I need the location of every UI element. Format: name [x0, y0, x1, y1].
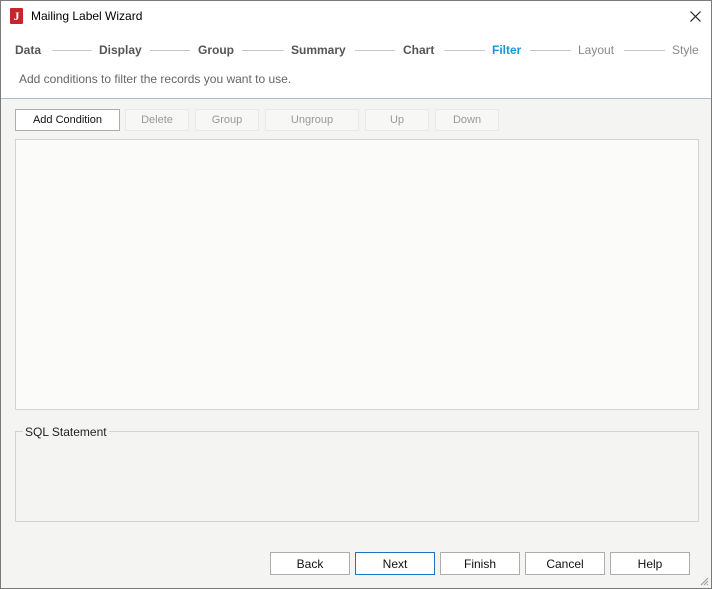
- title-bar: J Mailing Label Wizard: [1, 1, 711, 32]
- step-display[interactable]: Display: [99, 43, 142, 57]
- step-layout[interactable]: Layout: [578, 43, 614, 57]
- step-connector: [242, 50, 284, 51]
- next-button[interactable]: Next: [355, 552, 435, 575]
- step-summary[interactable]: Summary: [291, 43, 346, 57]
- step-connector: [624, 50, 665, 51]
- condition-list[interactable]: [15, 139, 699, 410]
- wizard-header: Data Display Group Summary Chart Filter …: [1, 32, 711, 99]
- page-subtitle: Add conditions to filter the records you…: [19, 72, 292, 86]
- back-button[interactable]: Back: [270, 552, 350, 575]
- up-button[interactable]: Up: [365, 109, 429, 131]
- wizard-window: J Mailing Label Wizard Data Display Grou…: [0, 0, 712, 589]
- cancel-button[interactable]: Cancel: [525, 552, 605, 575]
- step-style[interactable]: Style: [672, 43, 699, 57]
- help-button[interactable]: Help: [610, 552, 690, 575]
- app-logo-icon: J: [10, 8, 23, 24]
- sql-statement-panel: [15, 431, 699, 522]
- step-connector: [444, 50, 485, 51]
- group-button[interactable]: Group: [195, 109, 259, 131]
- finish-button[interactable]: Finish: [440, 552, 520, 575]
- delete-button[interactable]: Delete: [125, 109, 189, 131]
- ungroup-button[interactable]: Ungroup: [265, 109, 359, 131]
- step-connector: [52, 50, 92, 51]
- step-connector: [150, 50, 190, 51]
- close-button[interactable]: [679, 1, 711, 32]
- window-title: Mailing Label Wizard: [31, 9, 143, 23]
- close-icon: [689, 11, 701, 22]
- step-connector: [530, 50, 571, 51]
- add-condition-button[interactable]: Add Condition: [15, 109, 120, 131]
- step-data[interactable]: Data: [15, 43, 41, 57]
- step-group[interactable]: Group: [198, 43, 234, 57]
- down-button[interactable]: Down: [435, 109, 499, 131]
- step-chart[interactable]: Chart: [403, 43, 434, 57]
- step-filter[interactable]: Filter: [492, 43, 521, 57]
- sql-statement-label: SQL Statement: [23, 425, 109, 439]
- step-connector: [355, 50, 395, 51]
- resize-grip-icon[interactable]: [699, 576, 709, 586]
